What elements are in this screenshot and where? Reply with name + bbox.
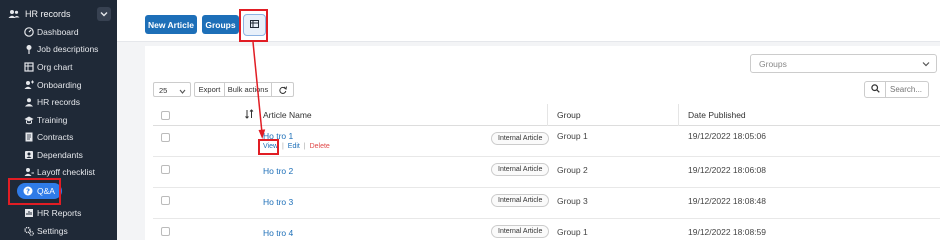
column-divider — [678, 104, 679, 126]
column-header-group[interactable]: Group — [557, 110, 581, 120]
page-length-select[interactable]: 25 — [153, 82, 191, 97]
sort-icon[interactable] — [245, 109, 254, 121]
groups-filter-select[interactable]: Groups — [750, 54, 937, 73]
column-header-article-name[interactable]: Article Name — [263, 110, 312, 120]
search-input[interactable] — [886, 81, 929, 98]
annotation-highlight-view-link — [258, 139, 279, 155]
table-search — [864, 81, 929, 98]
org-chart-icon — [24, 61, 34, 72]
refresh-icon — [278, 83, 287, 96]
sidebar-item-label: Onboarding — [37, 79, 82, 90]
sidebar-item-org-chart[interactable]: Org chart — [0, 58, 117, 75]
onboarding-icon — [24, 80, 34, 90]
sidebar-item-contracts[interactable]: Contracts — [0, 128, 117, 145]
row-checkbox[interactable] — [161, 227, 170, 236]
export-button[interactable]: Export — [195, 83, 225, 96]
groups-filter-placeholder: Groups — [759, 59, 787, 69]
sidebar-item-onboarding[interactable]: Onboarding — [0, 76, 117, 93]
table-button-group: Export Bulk actions — [194, 82, 294, 97]
row-checkbox[interactable] — [161, 133, 170, 142]
annotation-highlight-qa — [8, 178, 61, 205]
sidebar-item-settings[interactable]: Settings — [0, 222, 117, 239]
article-date: 19/12/2022 18:06:08 — [688, 165, 766, 175]
article-group: Group 3 — [557, 196, 588, 206]
contract-icon — [24, 132, 34, 142]
table-header: Article Name Group Date Published — [153, 104, 940, 126]
gauge-icon — [24, 26, 34, 37]
sidebar-item-training[interactable]: Training — [0, 111, 117, 128]
gears-icon — [24, 226, 34, 236]
pin-icon — [24, 44, 34, 54]
chevron-down-icon[interactable] — [97, 7, 111, 21]
sidebar-item-job-descriptions[interactable]: Job descriptions — [0, 40, 117, 57]
article-type-badge: Internal Article — [491, 163, 550, 176]
sidebar-item-label: Dashboard — [37, 26, 79, 37]
sidebar-item-label: Settings — [37, 225, 68, 236]
report-icon — [24, 208, 34, 218]
dependants-icon — [24, 150, 34, 160]
training-icon — [24, 115, 34, 125]
search-button[interactable] — [864, 81, 886, 98]
user-minus-icon — [24, 167, 34, 177]
delete-link[interactable]: Delete — [310, 143, 330, 150]
sidebar-item-label: Org chart — [37, 61, 73, 72]
sidebar-item-label: Contracts — [37, 131, 74, 142]
sidebar-item-label: Layoff checklist — [37, 166, 95, 177]
edit-link[interactable]: Edit — [288, 143, 300, 150]
table-row: Ho tro 4 Internal Article Group 1 19/12/… — [153, 219, 940, 240]
search-icon — [870, 84, 880, 95]
table-row: Ho tro 2 Internal Article Group 2 19/12/… — [153, 157, 940, 188]
sidebar-header-label: HR records — [25, 9, 71, 19]
chevron-down-icon — [922, 60, 930, 69]
sidebar-item-dependants[interactable]: Dependants — [0, 146, 117, 163]
user-card-icon — [24, 97, 34, 107]
reload-button[interactable] — [272, 83, 293, 96]
chevron-down-icon — [179, 87, 186, 96]
article-type-badge: Internal Article — [491, 132, 550, 145]
article-name-link[interactable]: Ho tro 4 — [263, 228, 293, 238]
sidebar-item-label: Training — [37, 114, 68, 125]
article-type-badge: Internal Article — [491, 194, 550, 207]
page-length-value: 25 — [159, 86, 168, 95]
column-divider — [547, 104, 548, 126]
article-group: Group 1 — [557, 131, 588, 141]
select-all-checkbox[interactable] — [161, 111, 170, 120]
sidebar-item-label: Dependants — [37, 149, 83, 160]
sidebar-item-dashboard[interactable]: Dashboard — [0, 23, 117, 40]
action-separator: | — [303, 143, 306, 150]
article-name-link[interactable]: Ho tro 2 — [263, 166, 293, 176]
sidebar-item-hr-records[interactable]: HR records — [0, 93, 117, 110]
sidebar-item-hr-reports[interactable]: HR Reports — [0, 204, 117, 221]
sidebar-item-label: Job descriptions — [37, 43, 99, 54]
row-checkbox[interactable] — [161, 165, 170, 174]
action-separator: | — [282, 143, 284, 150]
new-article-button[interactable]: New Article — [145, 15, 197, 34]
annotation-highlight-view-button — [239, 9, 268, 42]
article-name-link[interactable]: Ho tro 3 — [263, 197, 293, 207]
article-type-badge: Internal Article — [491, 225, 550, 238]
column-header-date-published[interactable]: Date Published — [688, 110, 746, 120]
article-date: 19/12/2022 18:05:06 — [688, 131, 766, 141]
groups-button[interactable]: Groups — [202, 15, 239, 34]
users-icon — [7, 7, 21, 21]
article-date: 19/12/2022 18:08:48 — [688, 196, 766, 206]
sidebar-item-label: HR Reports — [37, 207, 82, 218]
article-group: Group 1 — [557, 227, 588, 237]
table-row: Ho tro 3 Internal Article Group 3 19/12/… — [153, 188, 940, 219]
row-checkbox[interactable] — [161, 196, 170, 205]
sidebar-item-label: HR records — [37, 96, 80, 107]
bulk-actions-button[interactable]: Bulk actions — [225, 83, 272, 96]
article-group: Group 2 — [557, 165, 588, 175]
article-date: 19/12/2022 18:08:59 — [688, 227, 766, 237]
